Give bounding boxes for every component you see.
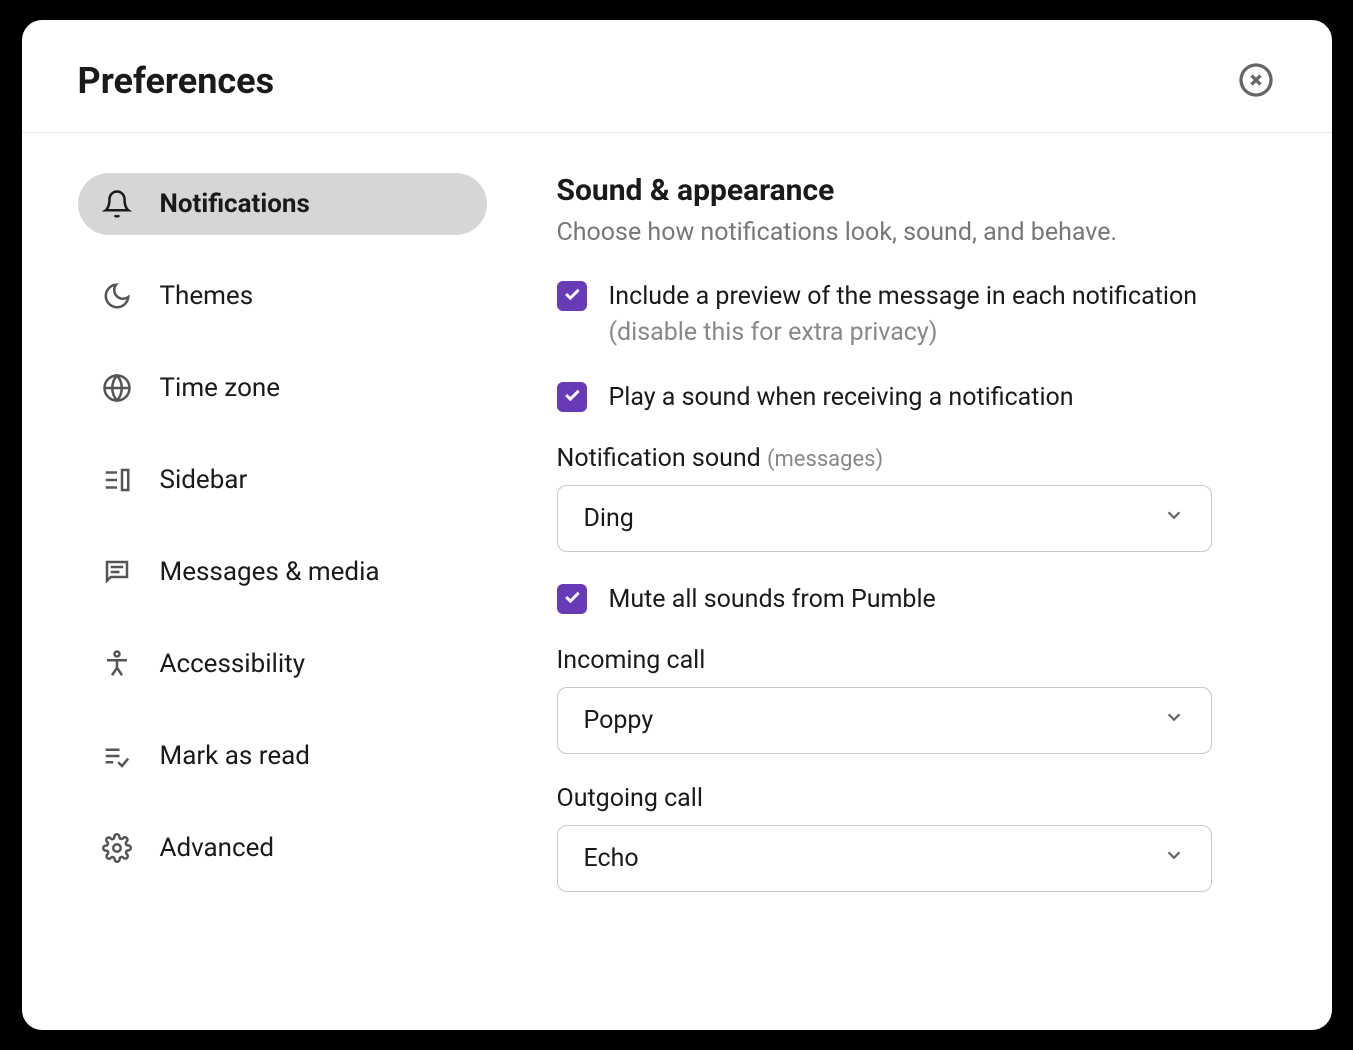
incoming-call-label: Incoming call: [557, 646, 1212, 675]
incoming-call-select[interactable]: Poppy: [557, 687, 1212, 754]
mute-checkbox[interactable]: [557, 584, 587, 614]
notif-sound-sub: (messages): [767, 447, 883, 472]
page-title: Preferences: [78, 60, 275, 102]
sidebar-item-label: Themes: [160, 281, 254, 311]
check-icon: [562, 587, 582, 611]
play-sound-label: Play a sound when receiving a notificati…: [609, 380, 1074, 416]
sidebar-item-notifications[interactable]: Notifications: [78, 173, 487, 235]
sidebar-item-sidebar[interactable]: Sidebar: [78, 449, 487, 511]
bell-icon: [100, 187, 134, 221]
sidebar: Notifications Themes Time zone: [22, 133, 507, 1030]
accessibility-icon: [100, 647, 134, 681]
sidebar-item-label: Sidebar: [160, 465, 248, 495]
sidebar-item-label: Mark as read: [160, 741, 310, 771]
sidebar-item-label: Messages & media: [160, 557, 380, 587]
modal-body: Notifications Themes Time zone: [22, 133, 1332, 1030]
preview-label-text: Include a preview of the message in each…: [609, 282, 1198, 311]
sidebar-item-label: Time zone: [160, 373, 281, 403]
sidebar-item-timezone[interactable]: Time zone: [78, 357, 487, 419]
content-panel: Sound & appearance Choose how notificati…: [507, 133, 1332, 1030]
outgoing-call-select[interactable]: Echo: [557, 825, 1212, 892]
sidebar-item-advanced[interactable]: Advanced: [78, 817, 487, 879]
section-title: Sound & appearance: [557, 173, 1212, 208]
section-description: Choose how notifications look, sound, an…: [557, 218, 1212, 247]
sidebar-item-label: Accessibility: [160, 649, 306, 679]
preview-hint: (disable this for extra privacy): [609, 318, 938, 347]
modal-header: Preferences: [22, 20, 1332, 133]
sidebar-item-label: Notifications: [160, 189, 310, 219]
globe-icon: [100, 371, 134, 405]
check-icon: [562, 385, 582, 409]
chevron-down-icon: [1163, 504, 1185, 533]
notification-sound-label: Notification sound (messages): [557, 444, 1212, 473]
select-value: Echo: [584, 844, 639, 873]
gear-icon: [100, 831, 134, 865]
preferences-modal: Preferences Notifications: [22, 20, 1332, 1030]
mute-option: Mute all sounds from Pumble: [557, 582, 1212, 618]
notification-sound-select[interactable]: Ding: [557, 485, 1212, 552]
chevron-down-icon: [1163, 844, 1185, 873]
preview-option: Include a preview of the message in each…: [557, 279, 1212, 352]
checklist-icon: [100, 739, 134, 773]
sidebar-item-mark-read[interactable]: Mark as read: [78, 725, 487, 787]
mute-label: Mute all sounds from Pumble: [609, 582, 936, 618]
sidebar-item-label: Advanced: [160, 833, 275, 863]
outgoing-call-label: Outgoing call: [557, 784, 1212, 813]
check-icon: [562, 284, 582, 308]
sidebar-item-themes[interactable]: Themes: [78, 265, 487, 327]
preview-checkbox[interactable]: [557, 281, 587, 311]
sidebar-icon: [100, 463, 134, 497]
select-value: Poppy: [584, 706, 654, 735]
select-value: Ding: [584, 504, 634, 533]
close-button[interactable]: [1236, 61, 1276, 101]
play-sound-option: Play a sound when receiving a notificati…: [557, 380, 1212, 416]
chevron-down-icon: [1163, 706, 1185, 735]
sidebar-item-accessibility[interactable]: Accessibility: [78, 633, 487, 695]
message-icon: [100, 555, 134, 589]
play-sound-checkbox[interactable]: [557, 382, 587, 412]
preview-label: Include a preview of the message in each…: [609, 279, 1212, 352]
sidebar-item-messages[interactable]: Messages & media: [78, 541, 487, 603]
notif-sound-label-text: Notification sound: [557, 444, 767, 473]
moon-icon: [100, 279, 134, 313]
close-icon: [1238, 62, 1274, 101]
